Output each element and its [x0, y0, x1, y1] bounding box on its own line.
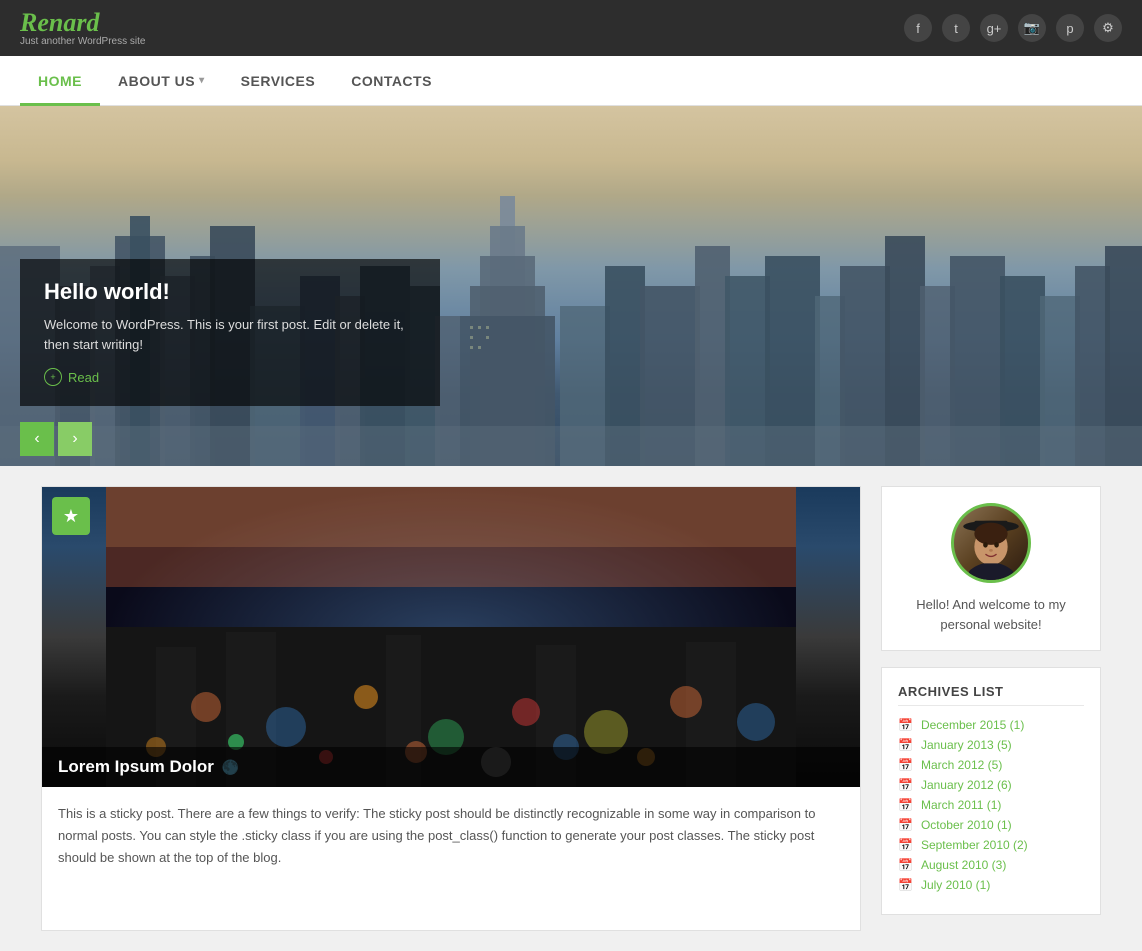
hero-section: Hello world! Welcome to WordPress. This …: [0, 106, 1142, 466]
googleplus-icon[interactable]: g+: [980, 14, 1008, 42]
facebook-icon[interactable]: f: [904, 14, 932, 42]
post-image-overlay: Lorem Ipsum Dolor 🌑: [42, 747, 860, 787]
hero-title: Hello world!: [44, 279, 416, 305]
archive-label: July 2010 (1): [921, 878, 990, 892]
post-body: This is a sticky post. There are a few t…: [42, 787, 860, 885]
archive-label: October 2010 (1): [921, 818, 1012, 832]
archive-label: January 2012 (6): [921, 778, 1012, 792]
author-avatar: [951, 503, 1031, 583]
archive-item[interactable]: 📅 December 2015 (1): [898, 718, 1084, 732]
author-bio: Hello! And welcome to my personal websit…: [898, 595, 1084, 634]
post-image: Lorem Ipsum Dolor 🌑: [42, 487, 860, 787]
sticky-badge: ★: [52, 497, 90, 535]
calendar-icon: 📅: [898, 858, 913, 872]
site-logo[interactable]: Renard: [20, 10, 99, 36]
logo-area: Renard Just another WordPress site: [20, 10, 145, 47]
archive-item[interactable]: 📅 September 2010 (2): [898, 838, 1084, 852]
nav-bar: HOME ABOUT US ▾ SERVICES CONTACTS: [0, 56, 1142, 106]
chevron-down-icon: ▾: [199, 75, 205, 86]
calendar-icon: 📅: [898, 758, 913, 772]
hero-read-link[interactable]: + Read: [44, 368, 416, 386]
archives-list: 📅 December 2015 (1) 📅 January 2013 (5) 📅 Marc…: [898, 718, 1084, 892]
archive-item[interactable]: 📅 January 2013 (5): [898, 738, 1084, 752]
nav-about[interactable]: ABOUT US ▾: [100, 56, 223, 106]
archive-label: January 2013 (5): [921, 738, 1012, 752]
avatar-svg: [954, 503, 1028, 583]
twitter-icon[interactable]: t: [942, 14, 970, 42]
hero-navigation: ‹ ›: [20, 422, 92, 456]
archive-label: September 2010 (2): [921, 838, 1028, 852]
post-image-title: Lorem Ipsum Dolor: [58, 757, 214, 777]
settings-icon[interactable]: ⚙: [1094, 14, 1122, 42]
author-widget: Hello! And welcome to my personal websit…: [881, 486, 1101, 651]
nav-services[interactable]: SERVICES: [223, 56, 334, 106]
calendar-icon: 📅: [898, 718, 913, 732]
sidebar: Hello! And welcome to my personal websit…: [881, 486, 1101, 931]
social-icons-bar: f t g+ 📷 p ⚙: [904, 14, 1122, 42]
read-circle-icon: +: [44, 368, 62, 386]
read-label: Read: [68, 370, 99, 385]
top-bar: Renard Just another WordPress site f t g…: [0, 0, 1142, 56]
calendar-icon: 📅: [898, 838, 913, 852]
calendar-icon: 📅: [898, 798, 913, 812]
archive-item[interactable]: 📅 July 2010 (1): [898, 878, 1084, 892]
archive-label: March 2012 (5): [921, 758, 1002, 772]
calendar-icon: 📅: [898, 878, 913, 892]
archive-label: December 2015 (1): [921, 718, 1024, 732]
hero-overlay: Hello world! Welcome to WordPress. This …: [20, 259, 440, 406]
hero-next-button[interactable]: ›: [58, 422, 92, 456]
calendar-icon: 📅: [898, 738, 913, 752]
blog-post: ★: [41, 486, 861, 931]
hero-prev-button[interactable]: ‹: [20, 422, 54, 456]
archives-title: ARCHIVES LIST: [898, 684, 1084, 706]
post-image-svg: [42, 487, 860, 787]
nav-contacts[interactable]: CONTACTS: [333, 56, 450, 106]
archive-item[interactable]: 📅 January 2012 (6): [898, 778, 1084, 792]
archive-item[interactable]: 📅 October 2010 (1): [898, 818, 1084, 832]
calendar-icon: 📅: [898, 818, 913, 832]
pinterest-icon[interactable]: p: [1056, 14, 1084, 42]
moon-icon: 🌑: [222, 759, 239, 776]
archive-label: August 2010 (3): [921, 858, 1006, 872]
instagram-icon[interactable]: 📷: [1018, 14, 1046, 42]
archive-item[interactable]: 📅 March 2012 (5): [898, 758, 1084, 772]
star-icon: ★: [63, 506, 79, 527]
archive-label: March 2011 (1): [921, 798, 1001, 812]
post-text: This is a sticky post. There are a few t…: [58, 803, 844, 869]
hero-description: Welcome to WordPress. This is your first…: [44, 315, 416, 354]
calendar-icon: 📅: [898, 778, 913, 792]
archives-widget: ARCHIVES LIST 📅 December 2015 (1) 📅 January…: [881, 667, 1101, 915]
archive-item[interactable]: 📅 August 2010 (3): [898, 858, 1084, 872]
nav-home[interactable]: HOME: [20, 56, 100, 106]
archive-item[interactable]: 📅 March 2011 (1): [898, 798, 1084, 812]
site-tagline: Just another WordPress site: [20, 36, 145, 47]
main-content: ★: [21, 466, 1121, 951]
